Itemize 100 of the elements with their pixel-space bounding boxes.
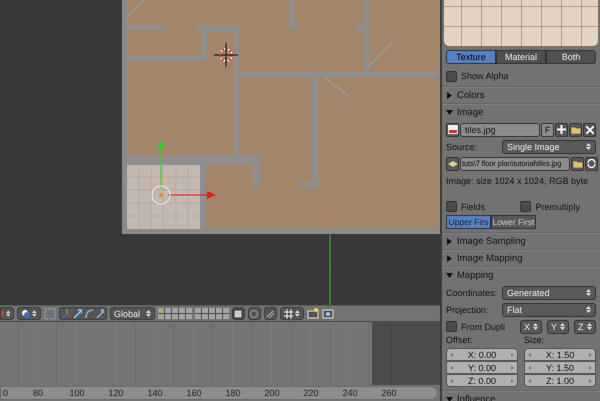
panel-header[interactable]: Mapping	[442, 266, 600, 283]
projection-dropdown[interactable]: Flat	[502, 302, 596, 316]
updown-icon	[586, 305, 591, 314]
snap-toggle[interactable]	[264, 307, 277, 320]
panel-header[interactable]: Image Mapping	[442, 249, 600, 266]
field-order-option[interactable]: Upper Firs	[446, 215, 491, 229]
increment-arrow-icon	[511, 366, 514, 370]
package-icon	[448, 160, 458, 168]
image-name-field[interactable]: tiles.jpg	[460, 122, 540, 136]
curve-icon	[84, 308, 93, 318]
field-order-option[interactable]: Lower First	[491, 215, 536, 229]
increment-arrow-icon	[589, 352, 592, 356]
unlink-button[interactable]	[583, 122, 596, 136]
decrement-arrow-icon	[528, 378, 531, 382]
preview-tab[interactable]: Material	[496, 50, 546, 64]
number-field[interactable]: Z: 0.00	[446, 374, 518, 387]
updown-icon	[586, 142, 591, 151]
close-icon	[586, 126, 594, 134]
axis-dropdown[interactable]: Y	[547, 320, 569, 334]
preview-tab[interactable]: Texture	[446, 50, 496, 64]
increment-arrow-icon	[510, 378, 514, 382]
folder-icon	[570, 126, 580, 134]
field-label: Coordinates:	[446, 288, 498, 298]
panel-header[interactable]: Image	[442, 103, 600, 120]
number-field[interactable]: Y: 1.50	[524, 361, 596, 374]
updown-icon	[32, 309, 37, 318]
new-image-button[interactable]	[555, 122, 568, 136]
reload-button[interactable]	[585, 156, 598, 170]
checkbox[interactable]	[520, 201, 532, 212]
open-image-button[interactable]	[569, 122, 582, 136]
increment-arrow-icon	[511, 352, 514, 356]
arrow-icon	[73, 308, 82, 318]
axis-dropdown[interactable]: X	[520, 320, 542, 334]
number-field[interactable]: X: 1.50	[524, 348, 596, 361]
lock-toggle[interactable]	[232, 307, 245, 320]
checkbox-label: Premultiply	[535, 202, 580, 212]
dotted-box-icon[interactable]	[44, 308, 56, 320]
fake-user-button[interactable]: F	[541, 122, 554, 136]
frame-ruler[interactable]: 0 80 100 120 140 160 180 200 220 240 260	[0, 386, 438, 400]
layer-buttons[interactable]	[195, 308, 229, 319]
number-field[interactable]: X: 0.00	[446, 348, 518, 361]
browse-file-button[interactable]	[571, 156, 584, 170]
axis-dropdown[interactable]: Z	[574, 320, 596, 334]
updown-icon	[533, 322, 538, 331]
orientation-dropdown[interactable]: Global	[110, 307, 155, 320]
updown-icon	[146, 309, 151, 318]
panel-header[interactable]: Image Sampling	[442, 232, 600, 249]
axis-gizmo-drawing	[152, 140, 216, 204]
image-browse-button[interactable]	[446, 122, 459, 136]
circles-icon	[21, 308, 30, 318]
crosshair-cursor-icon	[214, 42, 238, 68]
updown-icon	[6, 309, 10, 318]
decrement-arrow-icon	[450, 378, 453, 382]
frame-number: 0	[3, 388, 8, 398]
field-label: Source:	[446, 142, 478, 152]
manipulator-toggle[interactable]	[59, 307, 107, 320]
checkbox-label: From Dupli	[461, 322, 506, 332]
checkbox[interactable]	[446, 70, 457, 82]
frame-number: 160	[186, 388, 202, 398]
layer-buttons[interactable]	[158, 308, 192, 319]
decrement-arrow-icon	[528, 352, 531, 356]
frame-number: 200	[264, 388, 280, 398]
number-field[interactable]: Z: 1.00	[524, 374, 596, 387]
checkbox[interactable]	[446, 321, 457, 332]
frame-number: 120	[108, 388, 124, 398]
frame-number: 220	[303, 388, 319, 398]
frame-number: 80	[33, 388, 43, 398]
decrement-arrow-icon	[450, 366, 453, 370]
snap-element-dropdown[interactable]	[280, 307, 304, 320]
frame-number: 180	[225, 388, 241, 398]
field-label: Size:	[524, 335, 546, 347]
increment-arrow-icon	[588, 378, 592, 382]
number-field[interactable]: Y: 0.00	[446, 361, 518, 374]
preview-tab[interactable]: Both	[546, 50, 596, 64]
updown-icon	[560, 322, 565, 331]
checkbox-label: Show Alpha	[461, 71, 509, 81]
updown-icon	[587, 322, 592, 331]
checkbox[interactable]	[446, 201, 457, 212]
render-film-icon[interactable]	[322, 308, 334, 319]
source-dropdown[interactable]: Single Image	[502, 140, 596, 154]
frame-number: 140	[147, 388, 163, 398]
panel-header[interactable]: Colors	[442, 86, 600, 103]
frame-number: 240	[342, 388, 358, 398]
image-icon	[448, 125, 458, 134]
pivot-dropdown[interactable]	[17, 307, 41, 320]
increment-arrow-icon	[589, 366, 592, 370]
reload-icon	[587, 159, 596, 168]
updown-icon	[586, 288, 591, 297]
field-label: Projection:	[446, 304, 490, 314]
decrement-arrow-icon	[450, 352, 453, 356]
proportional-toggle[interactable]	[248, 307, 261, 320]
render-camera-icon[interactable]	[307, 308, 319, 319]
frame-number: 100	[69, 388, 85, 398]
frame-number: 260	[381, 388, 397, 398]
pack-button[interactable]	[446, 156, 459, 170]
coordinates-dropdown[interactable]: Generated	[502, 286, 596, 300]
decrement-arrow-icon	[528, 366, 531, 370]
mode-dropdown[interactable]	[0, 307, 14, 320]
orientation-label: Global	[114, 308, 140, 318]
axes-icon	[62, 308, 70, 318]
